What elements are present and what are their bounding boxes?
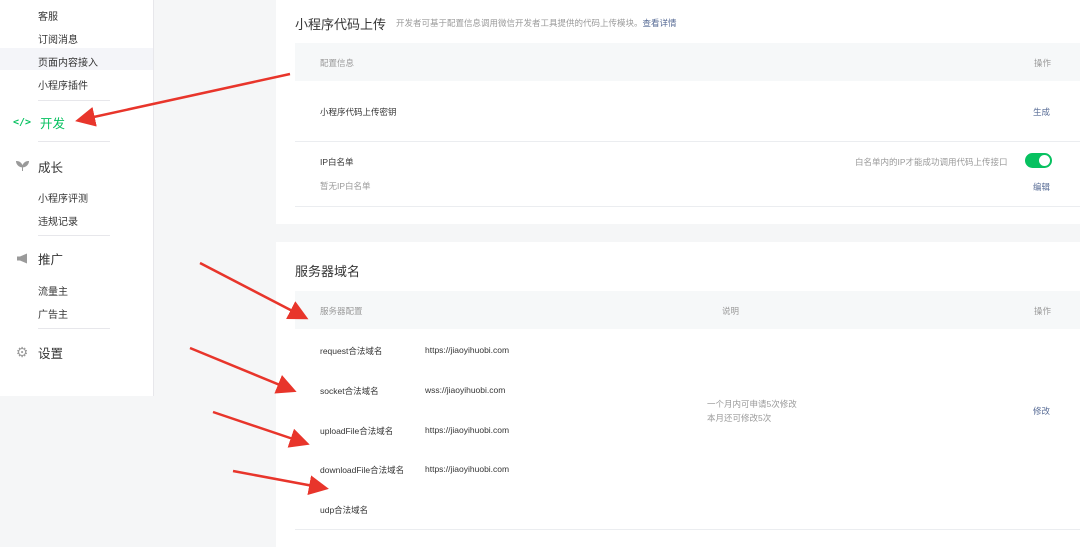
sidebar-section-growth-label: 成长 bbox=[38, 161, 64, 175]
sidebar-section-dev-label: 开发 bbox=[40, 117, 66, 131]
sidebar-divider bbox=[38, 235, 110, 236]
code-icon: </> bbox=[12, 117, 32, 128]
generate-secret-button[interactable]: 生成 bbox=[1033, 106, 1050, 118]
domain-table-header: 服务器配置 说明 操作 bbox=[295, 291, 1080, 329]
socket-domain-label: socket合法域名 bbox=[320, 386, 379, 396]
server-domain-title: 服务器域名 bbox=[295, 264, 361, 279]
code-upload-description: 开发者可基于配置信息调用微信开发者工具提供的代码上传模块。查看详情 bbox=[396, 17, 677, 29]
upload-secret-label: 小程序代码上传密钥 bbox=[320, 107, 397, 117]
sidebar-section-settings[interactable]: ⚙ 设置 bbox=[14, 343, 63, 362]
sidebar-item-traffic-owner[interactable]: 流量主 bbox=[38, 283, 68, 298]
sidebar-item-customer-service[interactable]: 客服 bbox=[38, 8, 58, 23]
gear-icon: ⚙ bbox=[15, 344, 29, 360]
ip-whitelist-empty: 暂无IP白名单 bbox=[320, 181, 371, 191]
sidebar: 客服 订阅消息 页面内容接入 小程序插件 </> 开发 成长 小程序评测 违规记… bbox=[0, 0, 154, 396]
edit-ip-whitelist-button[interactable]: 编辑 bbox=[1033, 181, 1050, 193]
ip-whitelist-toggle[interactable] bbox=[1025, 153, 1052, 168]
header-description: 说明 bbox=[722, 306, 740, 316]
header-action: 操作 bbox=[1034, 306, 1052, 316]
row-divider bbox=[295, 141, 1080, 142]
row-divider bbox=[295, 206, 1080, 207]
server-domain-card: 服务器域名 服务器配置 说明 操作 request合法域名 https://ji… bbox=[276, 242, 1080, 547]
view-details-link[interactable]: 查看详情 bbox=[643, 18, 677, 28]
uploadfile-domain-label: uploadFile合法域名 bbox=[320, 426, 394, 436]
sidebar-item-page-content[interactable]: 页面内容接入 bbox=[38, 54, 98, 69]
sidebar-section-growth[interactable]: 成长 bbox=[14, 157, 63, 176]
config-table-header: 配置信息 操作 bbox=[295, 43, 1080, 81]
sidebar-divider bbox=[38, 328, 110, 329]
sidebar-item-violations[interactable]: 违规记录 bbox=[38, 213, 78, 228]
downloadfile-domain-label: downloadFile合法域名 bbox=[320, 465, 405, 475]
header-action: 操作 bbox=[1034, 58, 1052, 68]
sidebar-divider bbox=[38, 100, 110, 101]
udp-domain-label: udp合法域名 bbox=[320, 505, 369, 515]
sidebar-item-evaluation[interactable]: 小程序评测 bbox=[38, 190, 88, 205]
sidebar-section-settings-label: 设置 bbox=[38, 347, 64, 361]
sidebar-divider bbox=[38, 141, 110, 142]
sidebar-item-subscribe-message[interactable]: 订阅消息 bbox=[38, 31, 78, 46]
code-upload-card: 小程序代码上传 开发者可基于配置信息调用微信开发者工具提供的代码上传模块。查看详… bbox=[276, 0, 1080, 224]
megaphone-icon bbox=[14, 252, 30, 266]
sidebar-section-dev[interactable]: </> 开发 bbox=[12, 113, 66, 132]
header-server-config: 服务器配置 bbox=[320, 306, 363, 316]
leaf-icon bbox=[14, 160, 30, 174]
uploadfile-domain-value: https://jiaoyihuobi.com bbox=[425, 425, 510, 435]
request-domain-label: request合法域名 bbox=[320, 346, 383, 356]
toggle-knob bbox=[1039, 155, 1050, 166]
ip-whitelist-toggle-desc: 白名单内的IP才能成功调用代码上传接口 bbox=[855, 157, 1008, 167]
sidebar-item-advertiser[interactable]: 广告主 bbox=[38, 306, 68, 321]
header-config-info: 配置信息 bbox=[320, 58, 355, 68]
request-domain-value: https://jiaoyihuobi.com bbox=[425, 345, 510, 355]
sidebar-item-plugins[interactable]: 小程序插件 bbox=[38, 77, 88, 92]
code-upload-title: 小程序代码上传 bbox=[295, 17, 387, 32]
sidebar-section-promo[interactable]: 推广 bbox=[14, 249, 63, 268]
modify-remaining-note: 本月还可修改5次 bbox=[707, 413, 772, 423]
sidebar-section-promo-label: 推广 bbox=[38, 253, 64, 267]
modify-domain-button[interactable]: 修改 bbox=[1033, 405, 1050, 417]
socket-domain-value: wss://jiaoyihuobi.com bbox=[425, 385, 506, 395]
row-divider bbox=[295, 529, 1080, 530]
modify-limit-note: 一个月内可申请5次修改 bbox=[707, 399, 797, 409]
ip-whitelist-label: IP白名单 bbox=[320, 157, 354, 167]
code-upload-desc-text: 开发者可基于配置信息调用微信开发者工具提供的代码上传模块。 bbox=[396, 18, 643, 28]
downloadfile-domain-value: https://jiaoyihuobi.com bbox=[425, 464, 510, 474]
